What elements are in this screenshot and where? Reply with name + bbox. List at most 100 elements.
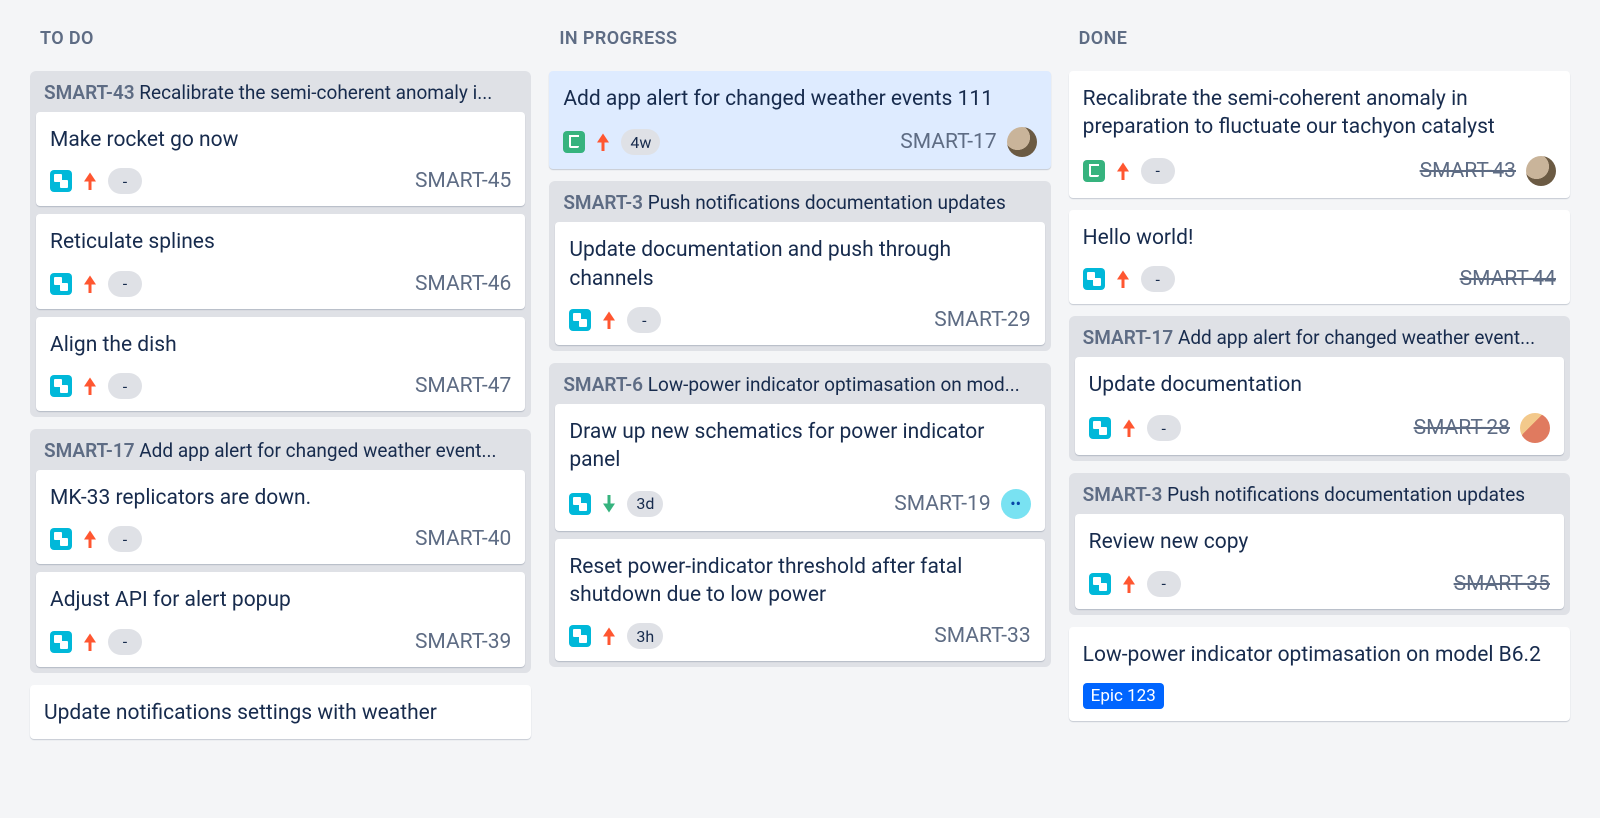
issue-card[interactable]: Reset power-indicator threshold after fa… (555, 539, 1044, 662)
subtask-icon (569, 309, 591, 331)
priority-up-icon (82, 376, 98, 396)
priority-down-icon (601, 494, 617, 514)
group-header[interactable]: SMART-3 Push notifications documentation… (555, 181, 1044, 222)
subtask-icon (569, 493, 591, 515)
card-title: Align the dish (50, 331, 511, 359)
issue-card[interactable]: Update notifications settings with weath… (30, 685, 531, 739)
priority-up-icon (1115, 269, 1131, 289)
epic-chip[interactable]: Epic 123 (1083, 683, 1164, 709)
issue-card[interactable]: Low-power indicator optimasation on mode… (1069, 627, 1570, 722)
card-title: Draw up new schematics for power indicat… (569, 418, 1030, 475)
kanban-board: TO DO SMART-43 Recalibrate the semi-cohe… (30, 0, 1570, 818)
group-key: SMART-17 (44, 439, 135, 462)
issue-card[interactable]: Recalibrate the semi-coherent anomaly in… (1069, 71, 1570, 198)
priority-up-icon (82, 274, 98, 294)
group-header[interactable]: SMART-3 Push notifications documentation… (1075, 473, 1564, 514)
card-group: SMART-17 Add app alert for changed weath… (30, 429, 531, 673)
card-title: Add app alert for changed weather events… (563, 85, 1036, 113)
group-key: SMART-6 (563, 373, 643, 396)
subtask-icon (50, 375, 72, 397)
card-group: SMART-17 Add app alert for changed weath… (1069, 316, 1570, 461)
estimate-badge: - (108, 168, 142, 194)
group-title: Low-power indicator optimasation on mod.… (648, 373, 1020, 396)
group-header[interactable]: SMART-6 Low-power indicator optimasation… (555, 363, 1044, 404)
estimate-badge: 4w (621, 129, 660, 155)
column-header: TO DO (30, 0, 531, 71)
avatar[interactable] (1526, 156, 1556, 186)
issue-card[interactable]: Update documentation - SMART-28 (1075, 357, 1564, 455)
card-title: Hello world! (1083, 224, 1556, 252)
group-header[interactable]: SMART-17 Add app alert for changed weath… (1075, 316, 1564, 357)
group-title: Push notifications documentation updates (1167, 483, 1525, 506)
priority-up-icon (1121, 574, 1137, 594)
group-title: Add app alert for changed weather event.… (139, 439, 496, 462)
issue-card[interactable]: Reticulate splines - SMART-46 (36, 214, 525, 308)
issue-card[interactable]: Adjust API for alert popup - SMART-39 (36, 572, 525, 666)
card-title: Review new copy (1089, 528, 1550, 556)
card-title: Adjust API for alert popup (50, 586, 511, 614)
avatar[interactable] (1007, 127, 1037, 157)
estimate-badge: - (1141, 158, 1175, 184)
card-group: SMART-3 Push notifications documentation… (1069, 473, 1570, 614)
issue-card[interactable]: Make rocket go now - SMART-45 (36, 112, 525, 206)
card-title: Update documentation (1089, 371, 1550, 399)
column-body: Add app alert for changed weather events… (549, 71, 1050, 667)
column-done: DONE Recalibrate the semi-coherent anoma… (1069, 0, 1570, 721)
subtask-icon (50, 528, 72, 550)
group-key: SMART-43 (44, 81, 135, 104)
column-header: DONE (1069, 0, 1570, 71)
column-header: IN PROGRESS (549, 0, 1050, 71)
issue-card[interactable]: Update documentation and push through ch… (555, 222, 1044, 345)
card-title: Update notifications settings with weath… (44, 699, 517, 727)
card-title: Low-power indicator optimasation on mode… (1083, 641, 1556, 669)
issue-card[interactable]: Review new copy - SMART-35 (1075, 514, 1564, 608)
group-key: SMART-3 (1083, 483, 1163, 506)
priority-up-icon (1121, 418, 1137, 438)
priority-up-icon (595, 132, 611, 152)
group-key: SMART-3 (563, 191, 643, 214)
subtask-icon (569, 625, 591, 647)
priority-up-icon (1115, 161, 1131, 181)
estimate-badge: - (108, 526, 142, 552)
card-title: MK-33 replicators are down. (50, 484, 511, 512)
card-group: SMART-43 Recalibrate the semi-coherent a… (30, 71, 531, 417)
issue-card[interactable]: Align the dish - SMART-47 (36, 317, 525, 411)
estimate-badge: - (1141, 266, 1175, 292)
estimate-badge: - (108, 271, 142, 297)
card-title: Make rocket go now (50, 126, 511, 154)
issue-key: SMART-40 (415, 527, 511, 551)
card-title: Reticulate splines (50, 228, 511, 256)
issue-key: SMART-46 (415, 272, 511, 296)
estimate-badge: - (1147, 415, 1181, 441)
subtask-icon (1089, 417, 1111, 439)
subtask-icon (50, 170, 72, 192)
estimate-badge: - (108, 629, 142, 655)
card-title: Update documentation and push through ch… (569, 236, 1030, 293)
issue-key: SMART-29 (934, 308, 1030, 332)
group-title: Push notifications documentation updates (648, 191, 1006, 214)
group-header[interactable]: SMART-43 Recalibrate the semi-coherent a… (36, 71, 525, 112)
column-body: Recalibrate the semi-coherent anomaly in… (1069, 71, 1570, 721)
issue-key: SMART-35 (1454, 572, 1550, 596)
issue-card[interactable]: Add app alert for changed weather events… (549, 71, 1050, 169)
avatar[interactable]: •• (1001, 489, 1031, 519)
issue-card[interactable]: MK-33 replicators are down. - SMART-40 (36, 470, 525, 564)
group-title: Add app alert for changed weather event.… (1178, 326, 1535, 349)
group-header[interactable]: SMART-17 Add app alert for changed weath… (36, 429, 525, 470)
estimate-badge: 3d (627, 491, 663, 517)
column-todo: TO DO SMART-43 Recalibrate the semi-cohe… (30, 0, 531, 739)
issue-key: SMART-45 (415, 169, 511, 193)
issue-key: SMART-19 (894, 492, 990, 516)
subtask-icon (1089, 573, 1111, 595)
issue-key: SMART-47 (415, 374, 511, 398)
card-title: Recalibrate the semi-coherent anomaly in… (1083, 85, 1556, 142)
issue-key: SMART-17 (900, 130, 996, 154)
avatar[interactable] (1520, 413, 1550, 443)
priority-up-icon (82, 529, 98, 549)
column-body: SMART-43 Recalibrate the semi-coherent a… (30, 71, 531, 739)
issue-card[interactable]: Hello world! - SMART-44 (1069, 210, 1570, 304)
issue-key: SMART-44 (1460, 267, 1556, 291)
issue-card[interactable]: Draw up new schematics for power indicat… (555, 404, 1044, 531)
group-key: SMART-17 (1083, 326, 1174, 349)
estimate-badge: - (108, 373, 142, 399)
